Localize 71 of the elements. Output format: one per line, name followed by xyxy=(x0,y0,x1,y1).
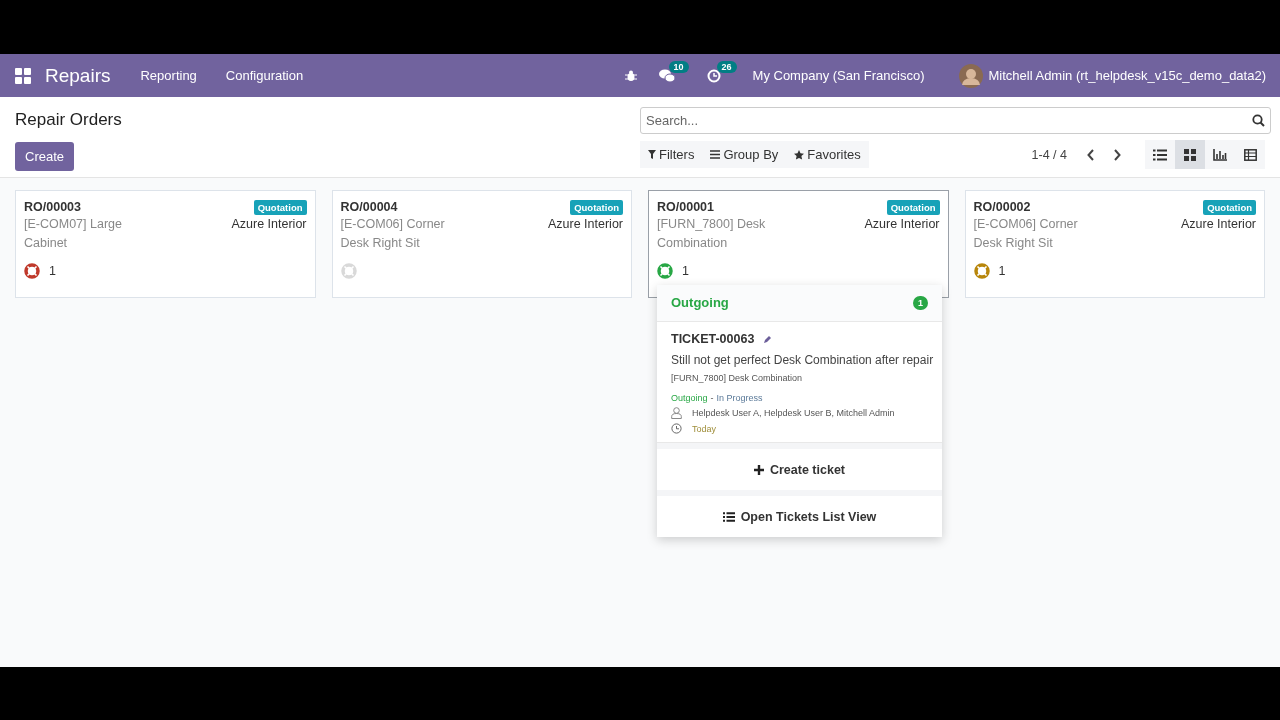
customer-name: Azure Interior xyxy=(231,216,307,233)
bar-chart-icon xyxy=(1213,148,1227,161)
ticket-count: 1 xyxy=(998,264,1006,278)
customer-name: Azure Interior xyxy=(547,216,623,233)
customer-name: Azure Interior xyxy=(1180,216,1256,233)
search-field[interactable]: Search... xyxy=(640,107,1271,134)
list-icon xyxy=(1153,148,1167,161)
pager-value: 1-4 / 4 xyxy=(1031,147,1067,162)
repair-order-card[interactable]: RO/00003 Quotation [E-COM07] Large Cabinet Azure Interior 1 xyxy=(15,190,316,298)
clock-icon xyxy=(671,423,682,434)
user-avatar[interactable] xyxy=(958,63,983,88)
create-ticket-button[interactable]: Create ticket xyxy=(657,443,942,490)
status-tag: Quotation xyxy=(886,200,940,215)
order-reference: RO/00004 xyxy=(340,200,398,214)
stage-count: 1 xyxy=(913,295,928,310)
chat-icon[interactable] xyxy=(658,68,675,83)
ticket-stage: Outgoing xyxy=(671,393,708,403)
star-icon xyxy=(794,149,805,160)
user-icon xyxy=(671,407,682,419)
previous-icon[interactable] xyxy=(1087,148,1095,161)
status-tag: Quotation xyxy=(1203,200,1256,215)
pencil-icon[interactable] xyxy=(763,334,773,344)
status-tag: Quotation xyxy=(253,200,307,215)
lifebuoy-icon[interactable] xyxy=(973,263,990,279)
ticket-product: [FURN_7800] Desk Combination xyxy=(671,373,804,383)
repair-order-card[interactable]: RO/00004 Quotation [E-COM06] Corner Desk Right Sit Azure Interior xyxy=(331,190,632,298)
table-icon xyxy=(1243,148,1257,161)
open-tickets-list-button[interactable]: Open Tickets List View xyxy=(657,490,942,537)
filter-dropdown[interactable]: Favorites xyxy=(786,141,869,168)
stage-name: Outgoing xyxy=(671,295,729,310)
list-icon xyxy=(722,511,735,522)
lifebuoy-icon[interactable] xyxy=(24,263,40,279)
menu-item[interactable]: Configuration xyxy=(225,68,304,83)
filter-dropdown[interactable]: Group By xyxy=(702,141,787,168)
product-name: [E-COM06] Corner Desk Right Sit xyxy=(973,216,1079,252)
company-switcher[interactable]: My Company (San Francisco) xyxy=(752,68,925,83)
order-reference: RO/00003 xyxy=(24,200,81,214)
bug-icon[interactable] xyxy=(624,69,637,82)
customer-name: Azure Interior xyxy=(864,216,940,233)
lifebuoy-icon[interactable] xyxy=(657,263,673,279)
ticket-assignees: Helpdesk User A, Helpdesk User B, Mitchell Admin xyxy=(692,408,895,418)
clock-icon[interactable] xyxy=(706,68,721,83)
create-button[interactable]: Create xyxy=(15,142,75,171)
kanban-view-button[interactable] xyxy=(1175,140,1205,169)
repair-order-card[interactable]: RO/00002 Quotation [E-COM06] Corner Desk Right Sit Azure Interior 1 xyxy=(964,190,1265,298)
lines-icon xyxy=(710,150,721,159)
ticket-status: In Progress xyxy=(716,393,763,403)
order-reference: RO/00002 xyxy=(973,200,1031,214)
message-count: 10 xyxy=(668,60,689,73)
ticket-number: TICKET-00063 xyxy=(671,332,755,346)
ticket-count: 1 xyxy=(682,264,689,278)
status-tag: Quotation xyxy=(570,200,623,215)
ticket-title: Still not get perfect Desk Combination after repair xyxy=(671,353,935,367)
menu-item[interactable]: Reporting xyxy=(140,68,197,83)
ticket-deadline: Today xyxy=(692,423,717,434)
grid-icon xyxy=(1184,148,1196,161)
app-name[interactable]: Repairs xyxy=(45,64,111,87)
separator: - xyxy=(710,393,714,403)
filter-dropdown[interactable]: Filters xyxy=(640,141,703,168)
product-name: [E-COM07] Large Cabinet xyxy=(24,216,123,252)
order-reference: RO/00001 xyxy=(657,200,714,214)
user-menu[interactable]: Mitchell Admin (rt_helpdesk_v15c_demo_data2) xyxy=(988,68,1266,83)
page-title: Repair Orders xyxy=(15,110,122,130)
plus-icon xyxy=(753,464,764,475)
next-icon[interactable] xyxy=(1113,148,1121,161)
product-name: [E-COM06] Corner Desk Right Sit xyxy=(340,216,446,252)
filter-icon xyxy=(648,150,656,159)
activity-count: 26 xyxy=(716,60,737,73)
ticket-count: 1 xyxy=(49,264,56,278)
product-name: [FURN_7800] Desk Combination xyxy=(657,216,767,252)
apps-menu-icon[interactable] xyxy=(15,67,31,84)
